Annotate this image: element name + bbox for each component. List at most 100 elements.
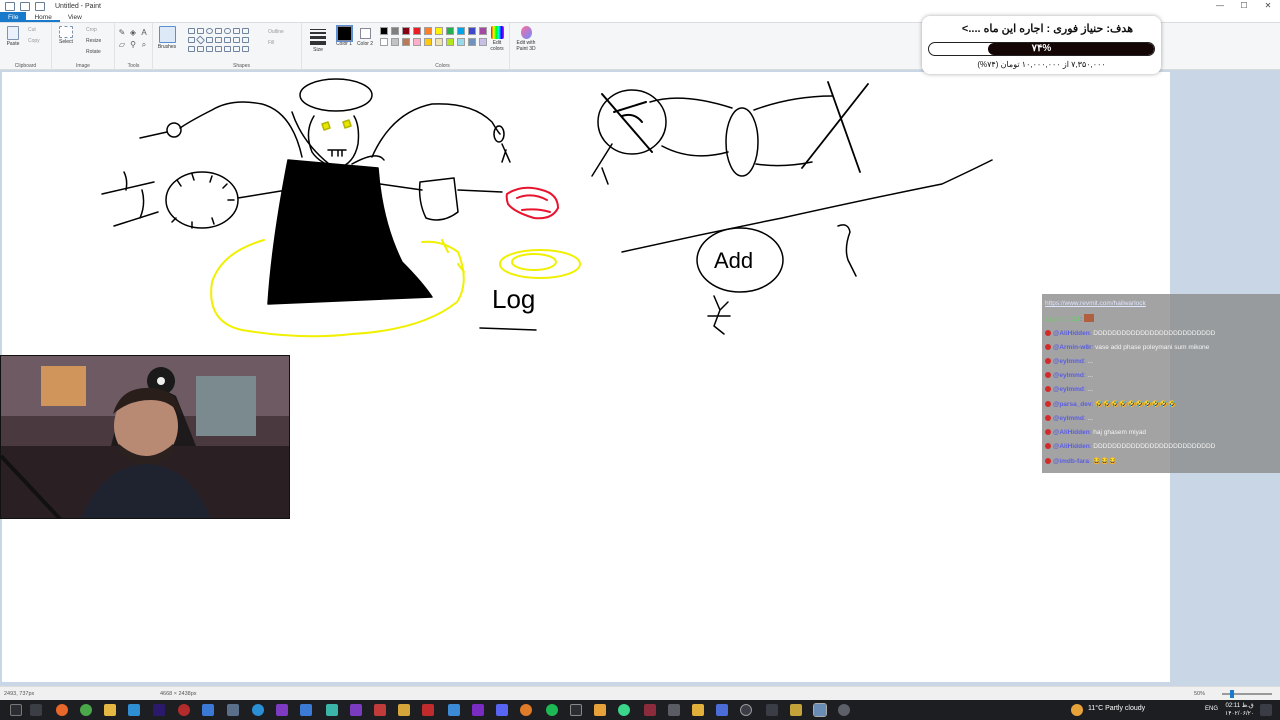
triangle-shape-icon[interactable] — [242, 28, 249, 34]
app-icon[interactable] — [472, 704, 484, 716]
redo-icon[interactable] — [35, 1, 45, 11]
polygon-shape-icon[interactable] — [233, 28, 240, 34]
star-shape-icon[interactable] — [188, 46, 195, 52]
app-icon[interactable] — [716, 704, 728, 716]
tab-view[interactable]: View — [60, 12, 90, 22]
app-icon[interactable] — [374, 704, 386, 716]
notification-icon[interactable] — [1260, 704, 1272, 716]
eraser-icon[interactable]: ▱ — [118, 41, 126, 49]
select-button[interactable]: Select — [56, 26, 76, 45]
palette-swatch[interactable] — [413, 38, 421, 46]
app-icon[interactable] — [740, 704, 752, 716]
pencil-icon[interactable]: ✎ — [118, 29, 126, 37]
arrow-up-shape-icon[interactable] — [242, 37, 249, 43]
diamond-shape-icon[interactable] — [195, 35, 206, 45]
steam-icon[interactable] — [227, 704, 239, 716]
palette-swatch[interactable] — [413, 27, 421, 35]
paste-button[interactable]: Paste — [3, 26, 23, 47]
weather-text[interactable]: 11°C Partly cloudy — [1088, 705, 1145, 712]
magnifier-icon[interactable]: ⌕ — [140, 41, 148, 49]
callout-shape-icon[interactable] — [215, 46, 222, 52]
media-player-icon[interactable] — [766, 704, 778, 716]
app-icon[interactable] — [276, 704, 288, 716]
rotate-button[interactable]: Rotate — [86, 49, 101, 55]
tab-file[interactable]: File — [0, 12, 27, 22]
hexagon-shape-icon[interactable] — [215, 37, 222, 43]
app-icon[interactable] — [790, 704, 802, 716]
palette-swatch[interactable] — [391, 27, 399, 35]
text-icon[interactable]: A — [140, 29, 148, 37]
close-button[interactable]: ✕ — [1256, 0, 1280, 12]
right-triangle-shape-icon[interactable] — [188, 37, 195, 43]
app-icon[interactable] — [570, 704, 582, 716]
firefox-icon[interactable] — [56, 704, 68, 716]
oval-shape-icon[interactable] — [206, 28, 213, 34]
app-icon[interactable] — [668, 704, 680, 716]
chat-link[interactable]: https://www.revmit.com/hailwarlock — [1045, 300, 1146, 307]
rounded-rectangle-shape-icon[interactable] — [224, 28, 231, 34]
palette-swatch[interactable] — [457, 38, 465, 46]
premiere-icon[interactable] — [153, 704, 165, 716]
arrow-right-shape-icon[interactable] — [224, 37, 231, 43]
maximize-button[interactable]: ☐ — [1232, 0, 1256, 12]
zoom-slider-thumb[interactable] — [1230, 690, 1234, 698]
fill-button[interactable]: Fill — [268, 40, 274, 46]
color2-button[interactable]: Color 2 — [356, 26, 374, 47]
fill-icon[interactable]: ◈ — [129, 29, 137, 37]
rectangle-shape-icon[interactable] — [215, 28, 222, 34]
app-icon[interactable] — [644, 704, 656, 716]
settings-icon[interactable] — [838, 704, 850, 716]
app-icon[interactable] — [594, 704, 606, 716]
crop-button[interactable]: Crop — [86, 27, 97, 33]
paint3d-button[interactable]: Edit with Paint 3D — [512, 26, 540, 52]
palette-swatch[interactable] — [391, 38, 399, 46]
color-picker-icon[interactable]: ⚲ — [129, 41, 137, 49]
file-explorer-icon[interactable] — [104, 704, 116, 716]
app-icon[interactable] — [202, 704, 214, 716]
pentagon-shape-icon[interactable] — [206, 37, 213, 43]
minimize-button[interactable]: — — [1208, 0, 1232, 12]
palette-swatch[interactable] — [446, 27, 454, 35]
palette-swatch[interactable] — [424, 27, 432, 35]
outline-button[interactable]: Outline — [268, 29, 284, 35]
palette-swatch[interactable] — [435, 27, 443, 35]
app-icon[interactable] — [398, 704, 410, 716]
palette-swatch[interactable] — [457, 27, 465, 35]
palette-swatch[interactable] — [380, 27, 388, 35]
app-icon[interactable] — [448, 704, 460, 716]
app-icon[interactable] — [128, 704, 140, 716]
palette-swatch[interactable] — [380, 38, 388, 46]
telegram-icon[interactable] — [252, 704, 264, 716]
spotify-icon[interactable] — [546, 704, 558, 716]
discord-icon[interactable] — [496, 704, 508, 716]
palette-swatch[interactable] — [468, 38, 476, 46]
star-5-shape-icon[interactable] — [197, 46, 204, 52]
undo-icon[interactable] — [20, 1, 30, 11]
app-icon[interactable] — [422, 704, 434, 716]
oval-callout-shape-icon[interactable] — [224, 46, 231, 52]
resize-button[interactable]: Resize — [86, 38, 101, 44]
copy-button[interactable]: Copy — [28, 38, 40, 44]
star-6-shape-icon[interactable] — [206, 46, 213, 52]
palette-swatch[interactable] — [435, 38, 443, 46]
app-icon[interactable] — [350, 704, 362, 716]
palette-swatch[interactable] — [402, 27, 410, 35]
cut-button[interactable]: Cut — [28, 27, 36, 33]
task-view-icon[interactable] — [30, 704, 42, 716]
tab-home[interactable]: Home — [26, 12, 60, 22]
language-indicator[interactable]: ENG — [1205, 706, 1218, 712]
line-shape-icon[interactable] — [188, 28, 195, 34]
palette-swatch[interactable] — [468, 27, 476, 35]
brushes-button[interactable]: Brushes — [155, 26, 179, 50]
app-icon[interactable] — [692, 704, 704, 716]
chrome-icon[interactable] — [80, 704, 92, 716]
palette-swatch[interactable] — [424, 38, 432, 46]
save-icon[interactable] — [5, 1, 15, 11]
app-icon[interactable] — [520, 704, 532, 716]
clock[interactable]: 02:11 ق.ظ ۱۴۰۲/۰۶/۲۰ — [1225, 702, 1254, 718]
cloud-callout-shape-icon[interactable] — [233, 46, 240, 52]
app-icon[interactable] — [326, 704, 338, 716]
app-icon[interactable] — [618, 704, 630, 716]
palette-swatch[interactable] — [402, 38, 410, 46]
obs-icon[interactable] — [178, 704, 190, 716]
